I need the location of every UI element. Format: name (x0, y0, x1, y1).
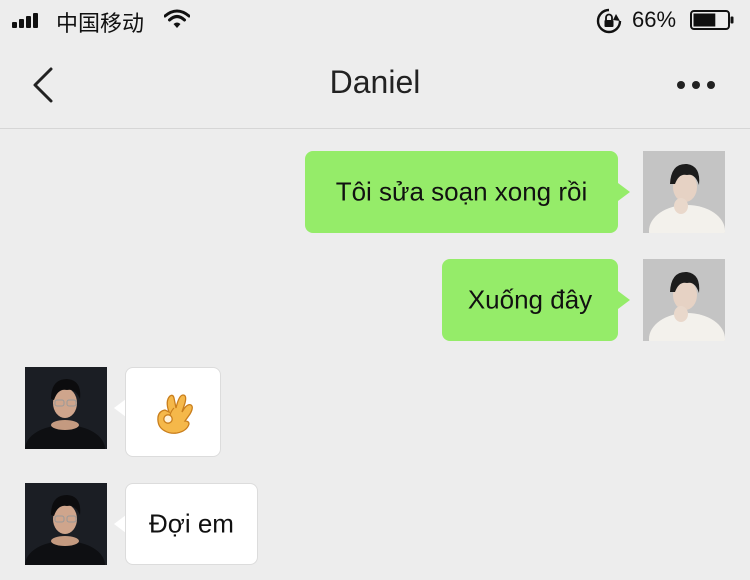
battery-percentage: 66% (632, 7, 677, 32)
signal-icon (12, 12, 46, 28)
message-text: Đợi em (149, 508, 234, 539)
chat-header: Daniel (0, 44, 750, 129)
message-text: Tôi sửa soạn xong rồi (335, 176, 588, 207)
battery-icon (690, 10, 734, 30)
bubble-tail (618, 291, 630, 309)
outgoing-message-bubble[interactable]: Xuống đây (442, 259, 618, 341)
incoming-message-bubble[interactable]: Đợi em (125, 483, 258, 565)
rotation-lock-icon (596, 8, 622, 34)
bubble-tail (618, 183, 630, 201)
status-bar: 中国移动 66% (0, 0, 750, 44)
ok-hand-emoji (157, 394, 193, 434)
outgoing-message-bubble[interactable]: Tôi sửa soạn xong rồi (305, 151, 618, 233)
message-text: Xuống đây (467, 284, 593, 315)
avatar[interactable] (643, 151, 725, 233)
incoming-message-bubble[interactable] (125, 367, 221, 457)
avatar[interactable] (25, 483, 107, 565)
avatar[interactable] (25, 367, 107, 449)
more-dots-icon[interactable] (676, 78, 716, 92)
chat-title: Daniel (329, 64, 421, 100)
carrier-name: 中国移动 (56, 11, 145, 36)
wifi-icon (164, 9, 190, 28)
avatar[interactable] (643, 259, 725, 341)
